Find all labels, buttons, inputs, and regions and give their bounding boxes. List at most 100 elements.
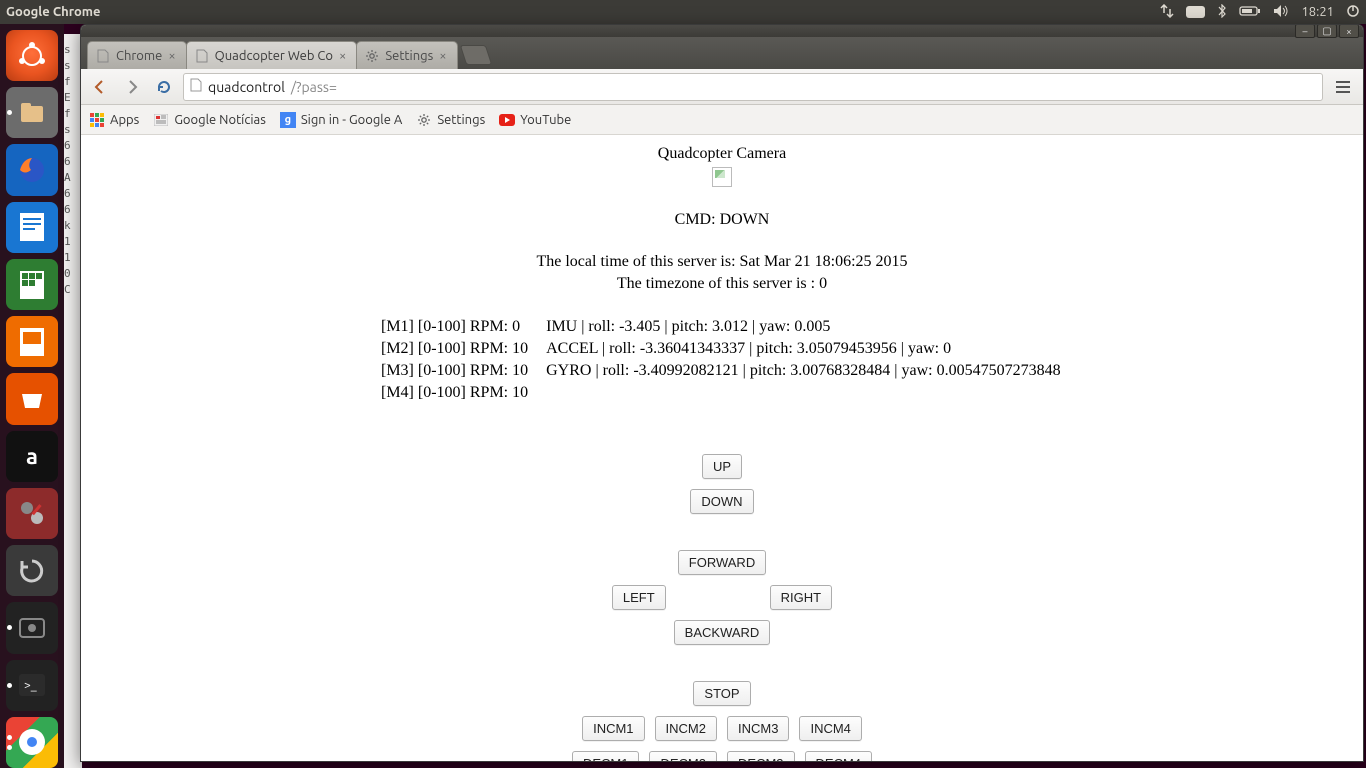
- incm1-button[interactable]: INCM1: [582, 716, 644, 741]
- url-path: /?pass=: [291, 79, 337, 95]
- sensors-column: IMU | roll: -3.405 | pitch: 3.012 | yaw:…: [546, 318, 1060, 402]
- incm4-button[interactable]: INCM4: [799, 716, 861, 741]
- launcher-settings[interactable]: [6, 488, 58, 539]
- launcher-calc[interactable]: [6, 259, 58, 310]
- tab-quadcopter[interactable]: Quadcopter Web Co ×: [186, 41, 358, 69]
- left-button[interactable]: LEFT: [612, 585, 666, 610]
- google-icon: g: [280, 112, 296, 128]
- page-title: Quadcopter Camera: [658, 145, 786, 163]
- url-host: quadcontrol: [208, 79, 285, 95]
- bluetooth-icon[interactable]: [1217, 4, 1227, 21]
- down-button[interactable]: DOWN: [690, 489, 753, 514]
- window-close-button[interactable]: ×: [1339, 24, 1359, 38]
- motor-row: [M4] [0-100] RPM: 10: [381, 384, 528, 402]
- chrome-window: – ▢ × Chrome × Quadcopter Web Co × Setti…: [80, 24, 1364, 762]
- motor-trim-controls: STOP INCM1 INCM2 INCM3 INCM4 DECM1 DECM2…: [572, 681, 872, 761]
- back-button[interactable]: [87, 74, 113, 100]
- bookmark-label: YouTube: [520, 113, 571, 127]
- page-content: Quadcopter Camera CMD: DOWN The local ti…: [81, 135, 1363, 761]
- telemetry-columns: [M1] [0-100] RPM: 0 [M2] [0-100] RPM: 10…: [81, 318, 1061, 402]
- gear-icon: [416, 112, 432, 128]
- bookmark-label: Google Notícias: [174, 113, 266, 127]
- news-icon: [153, 112, 169, 128]
- server-time-value: Sat Mar 21 18:06:25 2015: [740, 253, 908, 270]
- motor-row: [M1] [0-100] RPM: 0: [381, 318, 528, 336]
- tab-settings[interactable]: Settings ×: [356, 41, 457, 69]
- chrome-menu-button[interactable]: [1329, 74, 1357, 100]
- launcher-software-center[interactable]: [6, 373, 58, 424]
- bookmark-settings[interactable]: Settings: [416, 112, 485, 128]
- decm4-button[interactable]: DECM4: [805, 751, 873, 761]
- bookmarks-bar: Apps Google Notícias g Sign in - Google …: [81, 105, 1363, 135]
- tab-close-icon[interactable]: ×: [339, 49, 346, 63]
- address-bar[interactable]: quadcontrol /?pass=: [183, 73, 1323, 101]
- gear-icon: [365, 49, 379, 63]
- bookmark-label: Sign in - Google A: [301, 113, 402, 127]
- motor-row: [M3] [0-100] RPM: 10: [381, 362, 528, 380]
- active-app-name: Google Chrome: [6, 5, 101, 19]
- volume-icon[interactable]: [1273, 4, 1289, 21]
- decm2-button[interactable]: DECM2: [649, 751, 717, 761]
- network-icon[interactable]: [1160, 4, 1174, 21]
- stop-button[interactable]: STOP: [693, 681, 750, 706]
- tab-close-icon[interactable]: ×: [168, 49, 175, 63]
- bookmark-youtube[interactable]: YouTube: [499, 112, 571, 128]
- svg-text:>_: >_: [24, 679, 37, 692]
- launcher-impress[interactable]: [6, 316, 58, 367]
- launcher-writer[interactable]: [6, 202, 58, 253]
- bookmark-google-signin[interactable]: g Sign in - Google A: [280, 112, 402, 128]
- bookmark-google-noticias[interactable]: Google Notícias: [153, 112, 266, 128]
- incm3-button[interactable]: INCM3: [727, 716, 789, 741]
- tab-strip: Chrome × Quadcopter Web Co × Settings ×: [81, 37, 1363, 69]
- broken-image-icon: [712, 167, 732, 187]
- launcher-terminal[interactable]: >_: [6, 660, 58, 711]
- new-tab-button[interactable]: [459, 45, 491, 65]
- page-icon: [96, 49, 110, 63]
- reload-button[interactable]: [151, 74, 177, 100]
- page-icon: [195, 49, 209, 63]
- tab-chrome[interactable]: Chrome ×: [87, 41, 187, 69]
- window-titlebar[interactable]: – ▢ ×: [81, 25, 1363, 37]
- window-maximize-button[interactable]: ▢: [1317, 24, 1337, 38]
- launcher-screenrec[interactable]: [6, 602, 58, 653]
- launcher-chrome[interactable]: [6, 717, 58, 768]
- keyboard-indicator[interactable]: Pt: [1186, 6, 1206, 18]
- right-button[interactable]: RIGHT: [770, 585, 832, 610]
- apps-icon: [89, 112, 105, 128]
- up-button[interactable]: UP: [702, 454, 742, 479]
- page-icon: [190, 78, 202, 95]
- server-info: The local time of this server is: Sat Ma…: [536, 251, 907, 294]
- launcher-updater[interactable]: [6, 545, 58, 596]
- tab-label: Quadcopter Web Co: [215, 49, 333, 63]
- session-icon[interactable]: [1346, 4, 1360, 21]
- cmd-prefix: CMD:: [675, 211, 720, 228]
- cmd-value: DOWN: [720, 211, 770, 228]
- sensor-row: ACCEL | roll: -3.36041343337 | pitch: 3.…: [546, 340, 1060, 358]
- forward-button[interactable]: FORWARD: [678, 550, 766, 575]
- system-indicators[interactable]: Pt 18:21: [1160, 4, 1360, 21]
- unity-launcher: a >_: [0, 24, 64, 768]
- window-minimize-button[interactable]: –: [1295, 24, 1315, 38]
- tab-close-icon[interactable]: ×: [439, 49, 446, 63]
- backward-button[interactable]: BACKWARD: [674, 620, 771, 645]
- clock[interactable]: 18:21: [1301, 5, 1334, 19]
- decm3-button[interactable]: DECM3: [727, 751, 795, 761]
- bookmark-apps[interactable]: Apps: [89, 112, 139, 128]
- launcher-firefox[interactable]: [6, 144, 58, 195]
- server-tz-prefix: The timezone of this server is :: [617, 275, 819, 292]
- youtube-icon: [499, 112, 515, 128]
- direction-controls: FORWARD LEFT RIGHT BACKWARD: [612, 550, 832, 645]
- launcher-amazon[interactable]: a: [6, 431, 58, 482]
- altitude-controls: UP DOWN: [690, 454, 753, 514]
- sensor-row: GYRO | roll: -3.40992082121 | pitch: 3.0…: [546, 362, 1060, 380]
- server-time-prefix: The local time of this server is:: [536, 253, 739, 270]
- forward-button: [119, 74, 145, 100]
- launcher-files[interactable]: [6, 87, 58, 138]
- motors-column: [M1] [0-100] RPM: 0 [M2] [0-100] RPM: 10…: [381, 318, 528, 402]
- tab-label: Chrome: [116, 49, 162, 63]
- launcher-dash[interactable]: [6, 30, 58, 81]
- incm2-button[interactable]: INCM2: [655, 716, 717, 741]
- battery-icon[interactable]: [1239, 5, 1261, 20]
- decm1-button[interactable]: DECM1: [572, 751, 640, 761]
- sensor-row: IMU | roll: -3.405 | pitch: 3.012 | yaw:…: [546, 318, 1060, 336]
